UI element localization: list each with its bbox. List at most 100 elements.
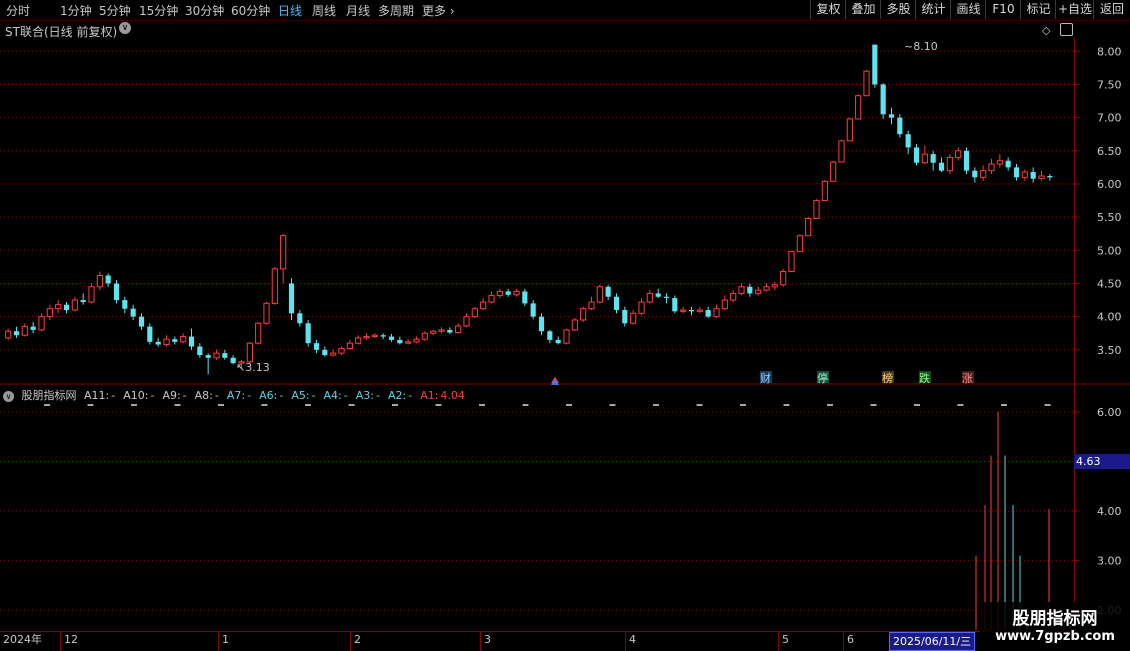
candle[interactable] bbox=[30, 321, 36, 334]
candle[interactable] bbox=[613, 293, 620, 314]
candle[interactable] bbox=[130, 304, 136, 320]
candle[interactable] bbox=[605, 284, 611, 301]
candle[interactable] bbox=[946, 154, 953, 175]
candle[interactable] bbox=[297, 310, 303, 327]
candle[interactable] bbox=[463, 313, 470, 328]
candle[interactable] bbox=[513, 288, 520, 297]
candle[interactable] bbox=[63, 302, 70, 314]
candle[interactable] bbox=[413, 336, 420, 344]
candle[interactable] bbox=[430, 329, 437, 336]
candle[interactable] bbox=[480, 298, 487, 311]
candle[interactable] bbox=[721, 295, 728, 311]
candle[interactable] bbox=[821, 179, 828, 202]
candle[interactable] bbox=[5, 328, 12, 340]
candle[interactable] bbox=[747, 283, 753, 297]
candle[interactable] bbox=[222, 349, 228, 360]
candle[interactable] bbox=[138, 313, 145, 330]
candle[interactable] bbox=[505, 288, 511, 297]
candle[interactable] bbox=[788, 251, 795, 273]
candle[interactable] bbox=[288, 278, 295, 320]
candle[interactable] bbox=[346, 339, 353, 350]
candle[interactable] bbox=[355, 335, 362, 345]
candle[interactable] bbox=[155, 337, 161, 347]
candle[interactable] bbox=[705, 306, 711, 318]
candle[interactable] bbox=[988, 158, 995, 175]
candle[interactable] bbox=[280, 233, 287, 284]
candle[interactable] bbox=[555, 336, 561, 345]
candle[interactable] bbox=[96, 271, 103, 291]
candle[interactable] bbox=[163, 335, 170, 347]
candle[interactable] bbox=[1047, 174, 1053, 181]
candle[interactable] bbox=[680, 306, 687, 314]
candle[interactable] bbox=[588, 296, 595, 311]
candle[interactable] bbox=[913, 144, 920, 166]
candle[interactable] bbox=[172, 336, 178, 345]
candle[interactable] bbox=[580, 306, 587, 322]
candle[interactable] bbox=[905, 130, 911, 155]
candle[interactable] bbox=[763, 283, 770, 292]
candle[interactable] bbox=[638, 298, 645, 316]
candle[interactable] bbox=[972, 167, 978, 183]
candle[interactable] bbox=[1005, 157, 1011, 171]
candle[interactable] bbox=[863, 69, 870, 97]
candle[interactable] bbox=[397, 336, 403, 345]
candle[interactable] bbox=[796, 234, 803, 253]
candle[interactable] bbox=[213, 349, 220, 360]
candle[interactable] bbox=[1038, 170, 1045, 181]
candle[interactable] bbox=[880, 83, 886, 119]
candle[interactable] bbox=[646, 290, 653, 304]
candle[interactable] bbox=[830, 160, 837, 182]
candle[interactable] bbox=[488, 291, 495, 304]
candle[interactable] bbox=[113, 280, 120, 304]
candle[interactable] bbox=[1013, 164, 1020, 181]
candle[interactable] bbox=[938, 157, 945, 173]
candle[interactable] bbox=[13, 326, 20, 338]
candle[interactable] bbox=[855, 94, 862, 120]
candle[interactable] bbox=[46, 304, 53, 320]
candle[interactable] bbox=[205, 353, 211, 375]
candle[interactable] bbox=[538, 313, 545, 336]
candle[interactable] bbox=[780, 268, 787, 287]
candle[interactable] bbox=[696, 306, 703, 314]
candle[interactable] bbox=[496, 288, 503, 299]
candle[interactable] bbox=[55, 300, 62, 314]
candle[interactable] bbox=[663, 293, 670, 304]
candle[interactable] bbox=[846, 117, 853, 142]
candle[interactable] bbox=[738, 283, 745, 296]
candle[interactable] bbox=[980, 165, 987, 181]
candle[interactable] bbox=[672, 295, 678, 314]
candle[interactable] bbox=[571, 317, 578, 332]
chevron-down-icon[interactable]: ∨ bbox=[3, 390, 14, 402]
candle[interactable] bbox=[313, 339, 320, 354]
candle[interactable] bbox=[955, 147, 962, 161]
candle[interactable] bbox=[547, 329, 553, 344]
candle[interactable] bbox=[71, 296, 78, 312]
candle[interactable] bbox=[363, 333, 370, 340]
candle[interactable] bbox=[371, 333, 378, 338]
candle[interactable] bbox=[305, 319, 311, 347]
candle[interactable] bbox=[246, 341, 253, 364]
candle[interactable] bbox=[522, 288, 528, 307]
candle[interactable] bbox=[271, 266, 278, 305]
candle[interactable] bbox=[147, 323, 153, 345]
candle[interactable] bbox=[930, 150, 936, 171]
candle[interactable] bbox=[805, 217, 812, 237]
candle[interactable] bbox=[122, 296, 128, 314]
candle[interactable] bbox=[872, 44, 878, 88]
candle[interactable] bbox=[471, 306, 478, 318]
candle[interactable] bbox=[921, 145, 928, 165]
candle[interactable] bbox=[688, 306, 695, 316]
candle[interactable] bbox=[21, 323, 28, 337]
candle[interactable] bbox=[322, 346, 328, 357]
candle[interactable] bbox=[530, 300, 536, 320]
candle[interactable] bbox=[263, 302, 270, 325]
kline-chart[interactable]: 3.50 4.00 4.50 5.00 5.50 6.00 6.50 7.00 7.50 8.00… bbox=[0, 0, 1130, 650]
candle[interactable] bbox=[455, 323, 462, 334]
candle[interactable] bbox=[188, 328, 195, 350]
candle[interactable] bbox=[88, 283, 95, 304]
indicator-name[interactable]: 股朋指标网 bbox=[22, 389, 77, 402]
candle[interactable] bbox=[996, 154, 1003, 168]
candle[interactable] bbox=[1021, 169, 1028, 181]
candle[interactable] bbox=[405, 339, 412, 345]
candle[interactable] bbox=[38, 313, 45, 332]
